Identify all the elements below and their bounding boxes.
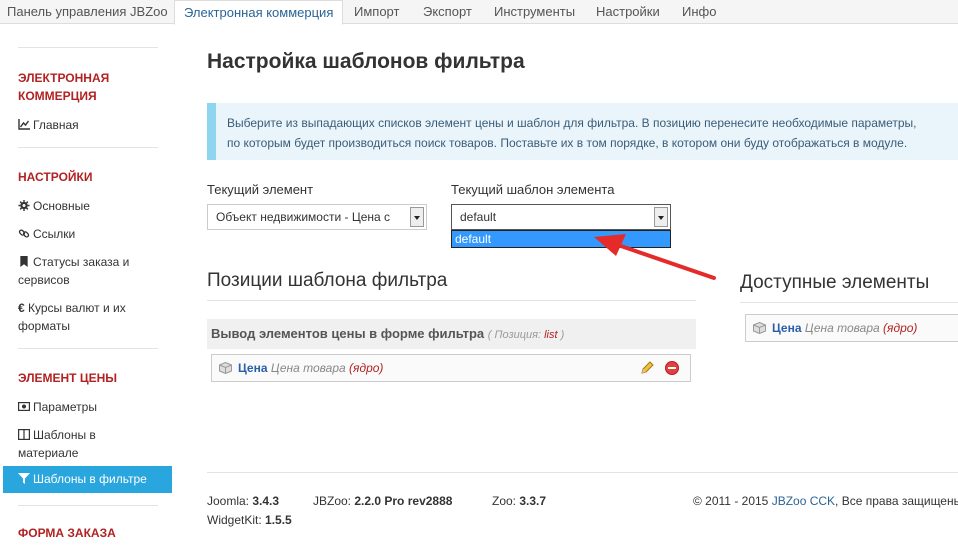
element-core: (ядро) [883, 321, 918, 335]
gear-icon [18, 200, 30, 211]
chevron-down-icon[interactable] [410, 207, 424, 227]
info-alert: Выберите из выпадающих списков элемент ц… [207, 103, 958, 160]
info-text-line: Выберите из выпадающих списков элемент ц… [227, 116, 917, 130]
sidebar-item-currency[interactable]: € Курсы валют и их форматы [18, 299, 148, 335]
tab-tools[interactable]: Инструменты [494, 0, 575, 24]
bookmark-icon [20, 256, 28, 267]
footer-widgetkit: WidgetKit: 1.5.5 [207, 513, 292, 527]
current-element-value: Объект недвижимости - Цена с [216, 210, 391, 224]
filter-icon [18, 473, 30, 484]
position-box-title: Вывод элементов цены в форме фильтра [211, 326, 485, 341]
footer-zoo: Zoo: 3.3.7 [492, 494, 547, 508]
footer-joomla: Joomla: 3.4.3 [207, 494, 280, 508]
position-element-row[interactable]: Цена Цена товара (ядро) [211, 354, 691, 382]
link-icon [18, 229, 30, 238]
info-text-line: по которым будет производиться поиск тов… [227, 136, 908, 150]
sidebar-heading-order: ФОРМА ЗАКАЗА [18, 526, 116, 540]
sidebar-item-label: Параметры [33, 400, 97, 414]
footer-jbzoo: JBZoo: 2.2.0 Pro rev2888 [313, 494, 453, 508]
current-element-label: Текущий элемент [207, 182, 314, 197]
sidebar-item-statuses[interactable]: Статусы заказа и сервисов [18, 253, 148, 289]
footer-copyright: © 2011 - 2015 JBZoo CCK, Все права защищ… [693, 494, 958, 508]
tab-jbzoo-panel[interactable]: Панель управления JBZoo [7, 0, 168, 24]
available-element-row[interactable]: Цена Цена товара (ядро) [745, 314, 958, 342]
sidebar-item-label: Курсы валют и их форматы [18, 301, 126, 333]
sidebar: ЭЛЕКТРОННАЯ КОММЕРЦИЯ Главная НАСТРОЙКИ … [0, 24, 180, 547]
tab-import[interactable]: Импорт [354, 0, 399, 24]
annotation-arrow [594, 234, 716, 280]
sidebar-heading-settings: НАСТРОЙКИ [18, 170, 93, 184]
cube-icon [219, 362, 232, 374]
sidebar-item-templates-material[interactable]: Шаблоны в материале [18, 426, 138, 462]
position-box: Вывод элементов цены в форме фильтра ( П… [207, 319, 696, 349]
sidebar-item-home[interactable]: Главная [18, 116, 168, 134]
jbzoo-cck-link[interactable]: JBZoo CCK [772, 494, 835, 508]
footer-divider [207, 472, 958, 473]
element-type: Цена товара [804, 321, 880, 335]
tab-info[interactable]: Инфо [682, 0, 716, 24]
sidebar-divider [18, 348, 158, 349]
sidebar-item-basic[interactable]: Основные [18, 197, 168, 215]
cube-icon [753, 322, 766, 334]
current-element-select[interactable]: Объект недвижимости - Цена с [207, 204, 427, 230]
available-heading: Доступные элементы [740, 272, 930, 293]
sidebar-heading-price: ЭЛЕМЕНТ ЦЕНЫ [18, 371, 118, 385]
pencil-icon[interactable] [639, 360, 655, 376]
chevron-down-icon[interactable] [654, 207, 668, 227]
current-template-select[interactable]: default [451, 204, 671, 230]
tab-settings[interactable]: Настройки [596, 0, 660, 24]
tab-export[interactable]: Экспорт [423, 0, 472, 24]
sidebar-divider [18, 505, 158, 506]
money-icon [18, 402, 30, 412]
element-name: Цена [772, 321, 802, 335]
remove-icon[interactable] [664, 360, 680, 376]
sidebar-item-links[interactable]: Ссылки [18, 225, 168, 243]
sidebar-item-label: Статусы заказа и сервисов [18, 255, 130, 287]
current-template-value: default [460, 210, 497, 224]
positions-heading: Позиции шаблона фильтра [207, 270, 448, 291]
tab-ecommerce[interactable]: Электронная коммерция [174, 0, 344, 25]
sidebar-item-label: Ссылки [33, 227, 76, 241]
sidebar-item-label: Главная [33, 118, 79, 132]
current-template-label: Текущий шаблон элемента [451, 182, 615, 197]
element-core: (ядро) [349, 361, 384, 375]
element-name: Цена [238, 361, 268, 375]
line-chart-icon [18, 119, 30, 130]
euro-icon: € [18, 301, 25, 315]
position-meta: ( Позиция: list ) [487, 329, 565, 341]
section-divider [740, 302, 958, 303]
columns-icon [18, 429, 30, 440]
element-type: Цена товара [270, 361, 346, 375]
page-title: Настройка шаблонов фильтра [207, 50, 525, 73]
sidebar-item-label: Основные [33, 199, 90, 213]
sidebar-item-label: Шаблоны в фильтре [33, 472, 147, 486]
top-tab-bar: Панель управления JBZoo Электронная комм… [0, 0, 958, 25]
sidebar-divider [18, 47, 158, 48]
sidebar-divider [18, 147, 158, 148]
section-divider [207, 300, 696, 301]
sidebar-item-templates-filter[interactable]: Шаблоны в фильтре [3, 466, 172, 493]
sidebar-item-params[interactable]: Параметры [18, 398, 168, 416]
sidebar-heading-ecommerce: ЭЛЕКТРОННАЯ КОММЕРЦИЯ [18, 71, 110, 103]
